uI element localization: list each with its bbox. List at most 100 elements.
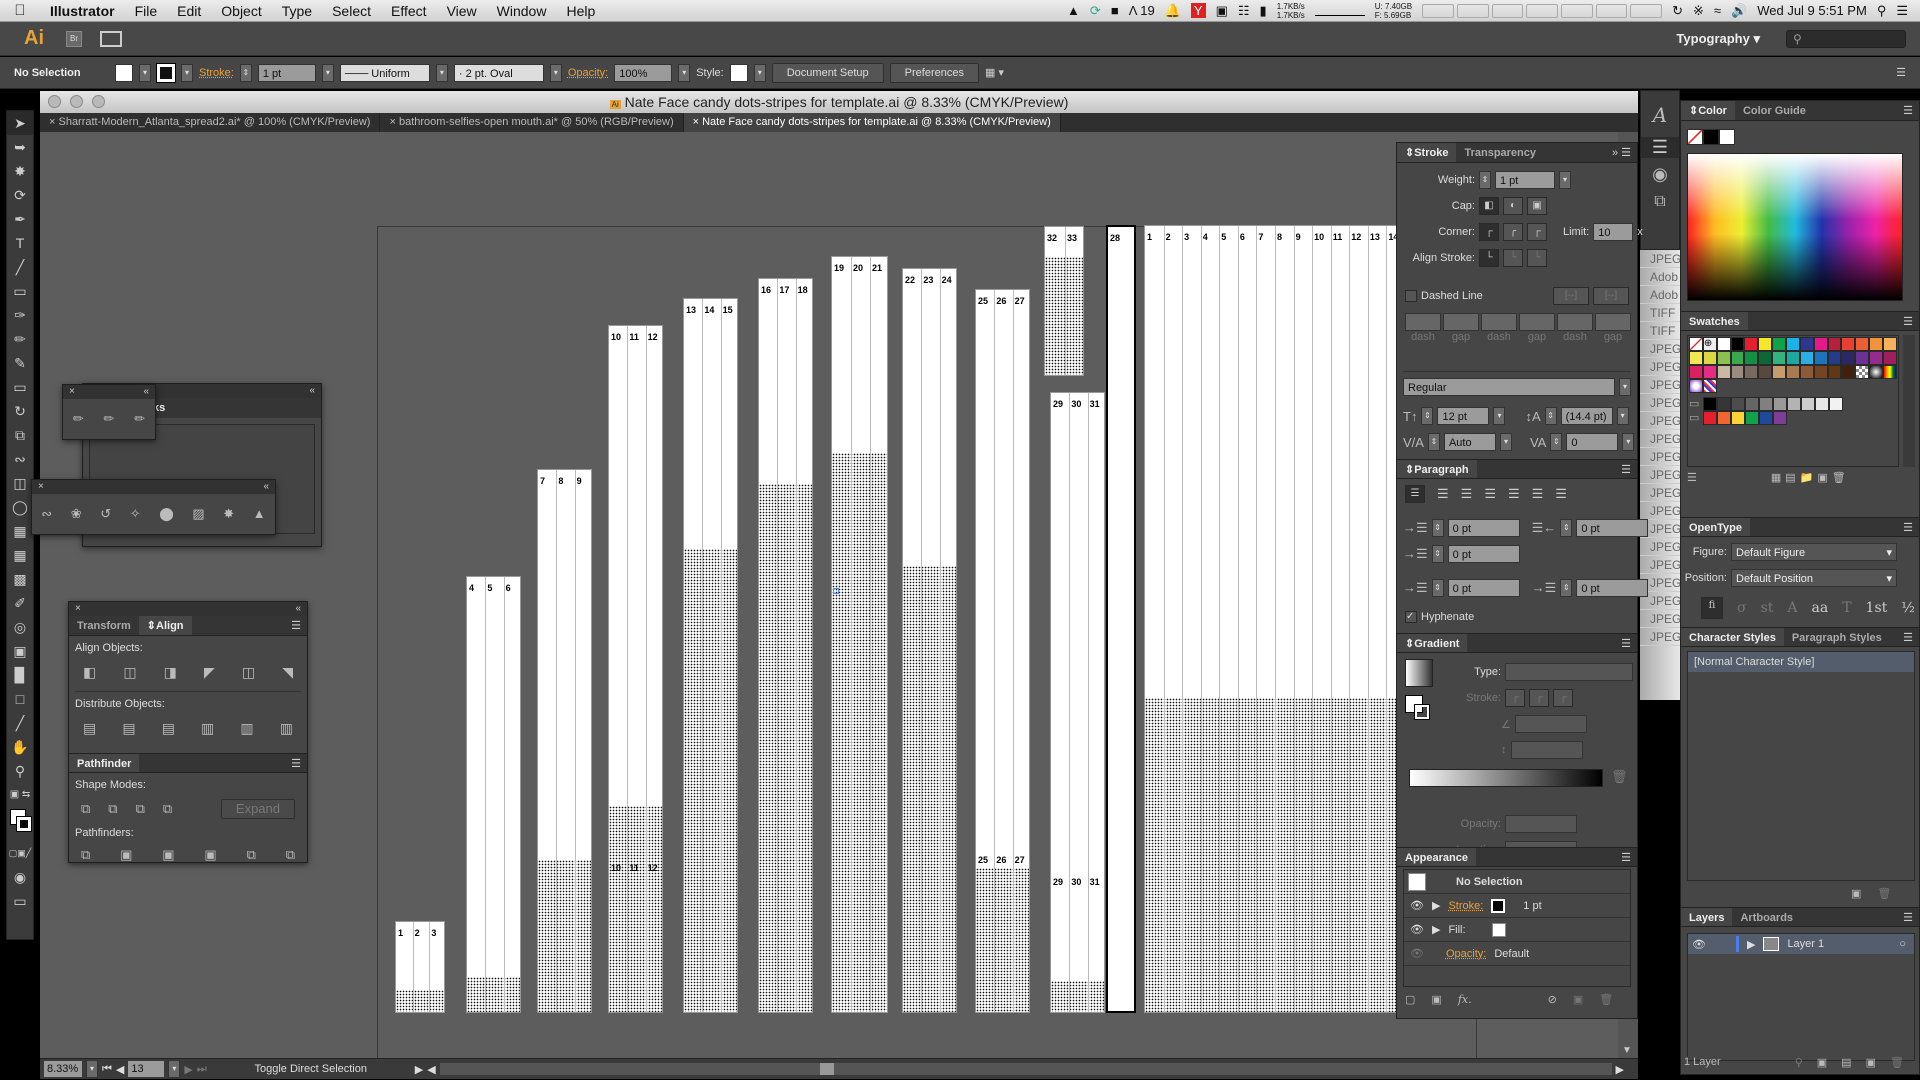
color-swatch[interactable] [1730,337,1745,351]
weight-dropdown[interactable]: ▾ [1559,171,1571,189]
color-swatch[interactable] [1702,365,1717,379]
panel-menu-icon[interactable]: ☰ [1903,908,1919,926]
fill-swatch[interactable] [115,63,133,82]
color-swatch[interactable] [1744,365,1759,379]
pattern-swatch[interactable] [1703,379,1717,393]
figure-dropdown[interactable]: Default Figure ▾ [1731,543,1897,561]
align-inside-icon[interactable]: └ [1503,249,1523,267]
tracking-field[interactable]: 0 [1566,433,1619,451]
appearance-stroke-swatch[interactable] [1491,898,1506,913]
delete-item-icon[interactable]: 🗑 [1599,993,1613,1006]
color-swatch[interactable] [1799,351,1814,365]
color-swatch[interactable] [1883,351,1897,365]
color-swatch[interactable] [1703,411,1717,425]
collapse-icon[interactable]: « [143,385,149,399]
line-tool-icon[interactable]: ╱ [7,255,33,279]
wifi-icon[interactable]: ≈ [1714,3,1721,18]
horizontal-scroll-thumb[interactable] [819,1063,834,1075]
align-hcenter-icon[interactable]: ◫ [123,664,136,681]
appearance-title[interactable]: Appearance [1397,848,1476,866]
brights-folder-icon[interactable]: ▭ [1689,411,1703,425]
preferences-button[interactable]: Preferences [889,62,979,83]
artwork-strip-group[interactable]: 25 26 27 25 26 27 [975,289,1030,1013]
expand-triangle-icon[interactable]: ▶ [1432,923,1440,936]
align-center-text-icon[interactable]: ☰ [1437,486,1449,502]
color-none-gradient-icon[interactable]: ▢▣╱ [7,841,33,865]
preserve-dash-icon[interactable]: [--] [1553,287,1589,305]
align-outside-icon[interactable]: └ [1527,249,1547,267]
notification-center-icon[interactable]: ☰ [1896,3,1908,19]
gradient-stroke-along-icon[interactable]: ┌ [1529,689,1549,707]
first-artboard-icon[interactable]: ⏮ [102,1063,112,1076]
leading-stepper[interactable]: ⇕ [1544,407,1557,425]
color-swatch[interactable] [1813,365,1828,379]
scroll-left-icon[interactable]: ◀ [427,1063,435,1076]
pathfinder-title[interactable]: Pathfinder [69,754,140,772]
projecting-cap-icon[interactable]: ▣ [1527,197,1547,215]
pencil-tool-icon[interactable]: ✏ [73,411,84,427]
swatches-title[interactable]: Swatches [1681,312,1748,330]
justify-all-icon[interactable]: ☰ [1555,486,1567,502]
new-sublayer-icon[interactable]: ▤ [1841,1056,1851,1069]
tab-layers[interactable]: Layers [1681,908,1733,926]
screen-mode-icon[interactable]: ▭ [7,889,33,913]
color-swatch[interactable] [1772,337,1787,351]
color-swatch[interactable] [1841,337,1856,351]
gradient-title[interactable]: ⇕Gradient [1397,634,1468,652]
clear-appearance-icon[interactable]: ⊘ [1548,993,1557,1006]
leading-dropdown[interactable]: ▾ [1616,407,1629,425]
scale-tool-icon[interactable]: ⧉ [7,423,33,447]
visibility-eye-icon[interactable]: 👁 [1410,947,1424,960]
color-swatch[interactable] [1813,351,1828,365]
isolate-icon[interactable]: ▦ ▾ [985,66,1004,79]
appearance-fill-swatch[interactable] [1491,922,1506,937]
magic-wand-tool-icon[interactable]: ✸ [7,159,33,183]
appearance-fill-label[interactable]: Fill: [1448,924,1465,936]
none-color-swatch[interactable] [1687,129,1703,145]
layer-expand-icon[interactable]: ▶ [1747,938,1755,951]
brush-dropdown[interactable]: ▾ [549,63,562,82]
panel-menu-icon[interactable]: ☰ [1903,101,1919,120]
menu-effect[interactable]: Effect [381,3,437,19]
menu-edit[interactable]: Edit [167,3,211,19]
color-swatch[interactable] [1758,337,1773,351]
dash-1-field[interactable] [1405,313,1441,331]
scroll-right-icon[interactable]: ▶ [1616,1063,1624,1076]
shape-builder-tool-icon[interactable]: ◯ [7,495,33,519]
new-swatch-icon[interactable]: ▣ [1817,471,1827,484]
stroke-dropdown[interactable]: ▾ [181,63,193,82]
help-search-input[interactable]: ⚲ [1786,29,1906,48]
color-swatch[interactable] [1717,397,1731,411]
color-swatch[interactable] [1689,351,1703,365]
selection-tool-icon[interactable]: ➤ [7,111,33,135]
locate-object-icon[interactable]: ⚲ [1795,1056,1803,1069]
brush-definition[interactable]: · 2 pt. Oval [453,63,544,82]
color-swatch[interactable] [1869,337,1884,351]
artwork-strip-group[interactable]: 19 20 21 [831,256,888,1013]
make-clipping-mask-icon[interactable]: ▣ [1817,1056,1827,1069]
status-menu-arrow-icon[interactable]: ▶ [415,1063,423,1076]
menu-file[interactable]: File [125,3,168,19]
delete-swatch-icon[interactable]: 🗑 [1832,471,1846,484]
space-before-stepper[interactable]: ⇕ [1431,579,1444,597]
expand-button[interactable]: Expand [220,799,295,819]
close-flyout-icon[interactable]: × [38,480,44,494]
distribute-top-icon[interactable]: ▤ [83,720,96,737]
weight-field[interactable]: 1 pt [1495,171,1555,189]
color-swatch[interactable] [1717,411,1731,425]
distribute-vcenter-icon[interactable]: ▤ [122,720,135,737]
color-swatch[interactable] [1827,365,1842,379]
align-center-icon[interactable]: └ [1479,249,1499,267]
color-swatch[interactable] [1773,411,1787,425]
color-swatch[interactable] [1883,337,1897,351]
color-swatch[interactable] [1841,365,1856,379]
gradient-stroke-within-icon[interactable]: ┌ [1505,689,1525,707]
graphic-style-swatch[interactable] [729,63,748,82]
font-style-dropdown[interactable]: ▾ [1619,378,1631,396]
column-graph-tool-icon[interactable]: ▉ [7,663,33,687]
horizontal-scrollbar[interactable] [439,1063,1612,1075]
color-swatch[interactable] [1731,411,1745,425]
delete-stop-icon[interactable]: 🗑 [1611,769,1628,785]
zoom-tool-icon[interactable]: ⚲ [7,759,33,783]
appearance-fill-row[interactable]: 👁 ▶ Fill: [1404,918,1630,942]
